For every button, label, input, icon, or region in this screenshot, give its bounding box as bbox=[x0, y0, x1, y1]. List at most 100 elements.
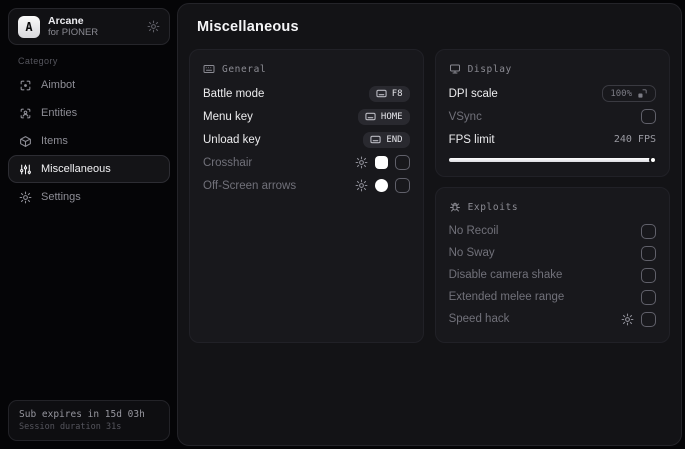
sidebar-item-entities[interactable]: Entities bbox=[8, 99, 170, 127]
keybind-value: END bbox=[386, 134, 403, 145]
menu-key-keybind[interactable]: HOME bbox=[357, 108, 410, 125]
scale-icon bbox=[637, 88, 648, 99]
sidebar-item-settings[interactable]: Settings bbox=[8, 183, 170, 211]
scope-icon bbox=[19, 79, 32, 92]
display-card: Display DPI scale 100% VSync FPS limit 2… bbox=[434, 49, 670, 177]
speed-hack-controls bbox=[621, 311, 656, 327]
keyboard-icon bbox=[370, 134, 381, 145]
setting-label: Extended melee range bbox=[448, 291, 565, 303]
setting-label: Disable camera shake bbox=[448, 269, 563, 281]
display-card-header: Display bbox=[449, 61, 656, 77]
cards-grid: General Battle mode F8 Menu key HOME Unl… bbox=[189, 49, 670, 343]
setting-row-no-sway: No Sway bbox=[449, 242, 656, 264]
setting-row-menu-key: Menu key HOME bbox=[203, 105, 410, 128]
brand-card: A Arcane for PIONER bbox=[8, 8, 170, 45]
slider-track[interactable] bbox=[448, 156, 657, 164]
dpi-scale-value: 100% bbox=[610, 88, 632, 99]
setting-label: No Recoil bbox=[448, 225, 499, 237]
setting-label: DPI scale bbox=[448, 87, 498, 100]
account-gear-icon[interactable] bbox=[147, 20, 160, 33]
sidebar: A Arcane for PIONER Category Aimbot Enti… bbox=[0, 0, 170, 449]
cube-icon bbox=[19, 135, 32, 148]
offscreen-arrows-settings-icon[interactable] bbox=[355, 179, 368, 192]
keyboard-icon bbox=[203, 63, 215, 75]
exploits-header-label: Exploits bbox=[467, 201, 519, 213]
sidebar-item-label: Items bbox=[41, 135, 68, 147]
setting-label: Menu key bbox=[203, 110, 253, 123]
setting-row-vsync: VSync bbox=[449, 105, 656, 128]
sidebar-item-items[interactable]: Items bbox=[8, 127, 170, 155]
exploits-card: Exploits No Recoil No Sway Disable camer… bbox=[434, 187, 670, 343]
disable-camera-shake-checkbox[interactable] bbox=[641, 267, 656, 283]
offscreen-arrows-controls bbox=[355, 178, 410, 193]
fps-limit-value: 240 FPS bbox=[613, 134, 656, 145]
brand-name: Arcane bbox=[48, 15, 84, 27]
extended-melee-range-checkbox[interactable] bbox=[641, 289, 656, 305]
fps-limit-slider[interactable] bbox=[448, 156, 657, 164]
vsync-checkbox[interactable] bbox=[641, 109, 656, 124]
crosshair-settings-icon[interactable] bbox=[355, 156, 368, 169]
setting-label: Battle mode bbox=[203, 87, 265, 100]
setting-row-disable-camera-shake: Disable camera shake bbox=[449, 264, 656, 286]
main-panel: Miscellaneous General Battle mode F8 Men… bbox=[177, 3, 682, 446]
setting-row-extended-melee-range: Extended melee range bbox=[449, 286, 656, 308]
sidebar-category-label: Category bbox=[18, 56, 58, 66]
crosshair-color-swatch[interactable] bbox=[374, 156, 388, 169]
monitor-icon bbox=[449, 63, 461, 75]
sidebar-item-label: Settings bbox=[41, 191, 81, 203]
unload-key-keybind[interactable]: END bbox=[363, 131, 410, 148]
speed-hack-settings-icon[interactable] bbox=[621, 313, 634, 326]
exploits-card-header: Exploits bbox=[449, 199, 656, 215]
keyboard-icon bbox=[365, 111, 376, 122]
setting-row-battle-mode: Battle mode F8 bbox=[203, 82, 410, 105]
setting-row-no-recoil: No Recoil bbox=[449, 220, 656, 242]
gear-icon bbox=[19, 191, 32, 204]
setting-row-offscreen-arrows: Off-Screen arrows bbox=[203, 174, 410, 197]
setting-row-dpi-scale: DPI scale 100% bbox=[449, 82, 656, 105]
setting-label: FPS limit bbox=[448, 133, 495, 146]
brand-logo: A bbox=[18, 15, 40, 38]
setting-label: Unload key bbox=[203, 133, 261, 146]
sidebar-item-miscellaneous[interactable]: Miscellaneous bbox=[8, 155, 170, 183]
sidebar-item-aimbot[interactable]: Aimbot bbox=[8, 71, 170, 99]
brand-text: Arcane for PIONER bbox=[48, 15, 98, 38]
person-scan-icon bbox=[19, 107, 32, 120]
no-sway-checkbox[interactable] bbox=[641, 245, 656, 261]
sidebar-nav: Aimbot Entities Items Miscellaneous Sett… bbox=[8, 71, 170, 211]
setting-label: Off-Screen arrows bbox=[203, 179, 297, 192]
setting-row-unload-key: Unload key END bbox=[203, 128, 410, 151]
app-window: A Arcane for PIONER Category Aimbot Enti… bbox=[0, 0, 685, 449]
setting-row-speed-hack: Speed hack bbox=[449, 308, 656, 330]
general-card-header: General bbox=[203, 61, 410, 77]
page-title: Miscellaneous bbox=[197, 19, 299, 35]
sub-expiry-text: Sub expires in 15d 03h bbox=[19, 409, 145, 420]
dpi-scale-selector[interactable]: 100% bbox=[602, 85, 656, 102]
general-card: General Battle mode F8 Menu key HOME Unl… bbox=[189, 49, 424, 343]
battle-mode-keybind[interactable]: F8 bbox=[368, 85, 410, 102]
bug-icon bbox=[449, 201, 461, 213]
setting-label: Crosshair bbox=[203, 156, 253, 169]
speed-hack-checkbox[interactable] bbox=[641, 311, 656, 327]
keybind-value: F8 bbox=[391, 88, 403, 99]
sliders-icon bbox=[19, 163, 32, 176]
offscreen-arrows-checkbox[interactable] bbox=[394, 178, 410, 193]
crosshair-controls bbox=[355, 155, 410, 170]
setting-row-crosshair: Crosshair bbox=[203, 151, 410, 174]
display-header-label: Display bbox=[467, 63, 512, 75]
setting-row-fps-limit: FPS limit 240 FPS bbox=[449, 128, 656, 151]
session-duration-text: Session duration 31s bbox=[19, 422, 122, 432]
slider-thumb[interactable] bbox=[649, 156, 657, 164]
no-recoil-checkbox[interactable] bbox=[641, 223, 656, 239]
sidebar-item-label: Aimbot bbox=[41, 79, 76, 91]
crosshair-checkbox[interactable] bbox=[394, 155, 410, 170]
setting-label: Speed hack bbox=[448, 313, 510, 325]
subscription-card: Sub expires in 15d 03h Session duration … bbox=[8, 400, 170, 441]
sidebar-item-label: Entities bbox=[41, 107, 78, 119]
keyboard-icon bbox=[376, 88, 387, 99]
offscreen-arrows-color-swatch[interactable] bbox=[374, 179, 388, 192]
setting-label: No Sway bbox=[448, 247, 495, 259]
right-column: Display DPI scale 100% VSync FPS limit 2… bbox=[434, 49, 670, 343]
brand-subtitle: for PIONER bbox=[48, 27, 99, 38]
keybind-value: HOME bbox=[380, 111, 403, 122]
sidebar-item-label: Miscellaneous bbox=[41, 163, 111, 175]
